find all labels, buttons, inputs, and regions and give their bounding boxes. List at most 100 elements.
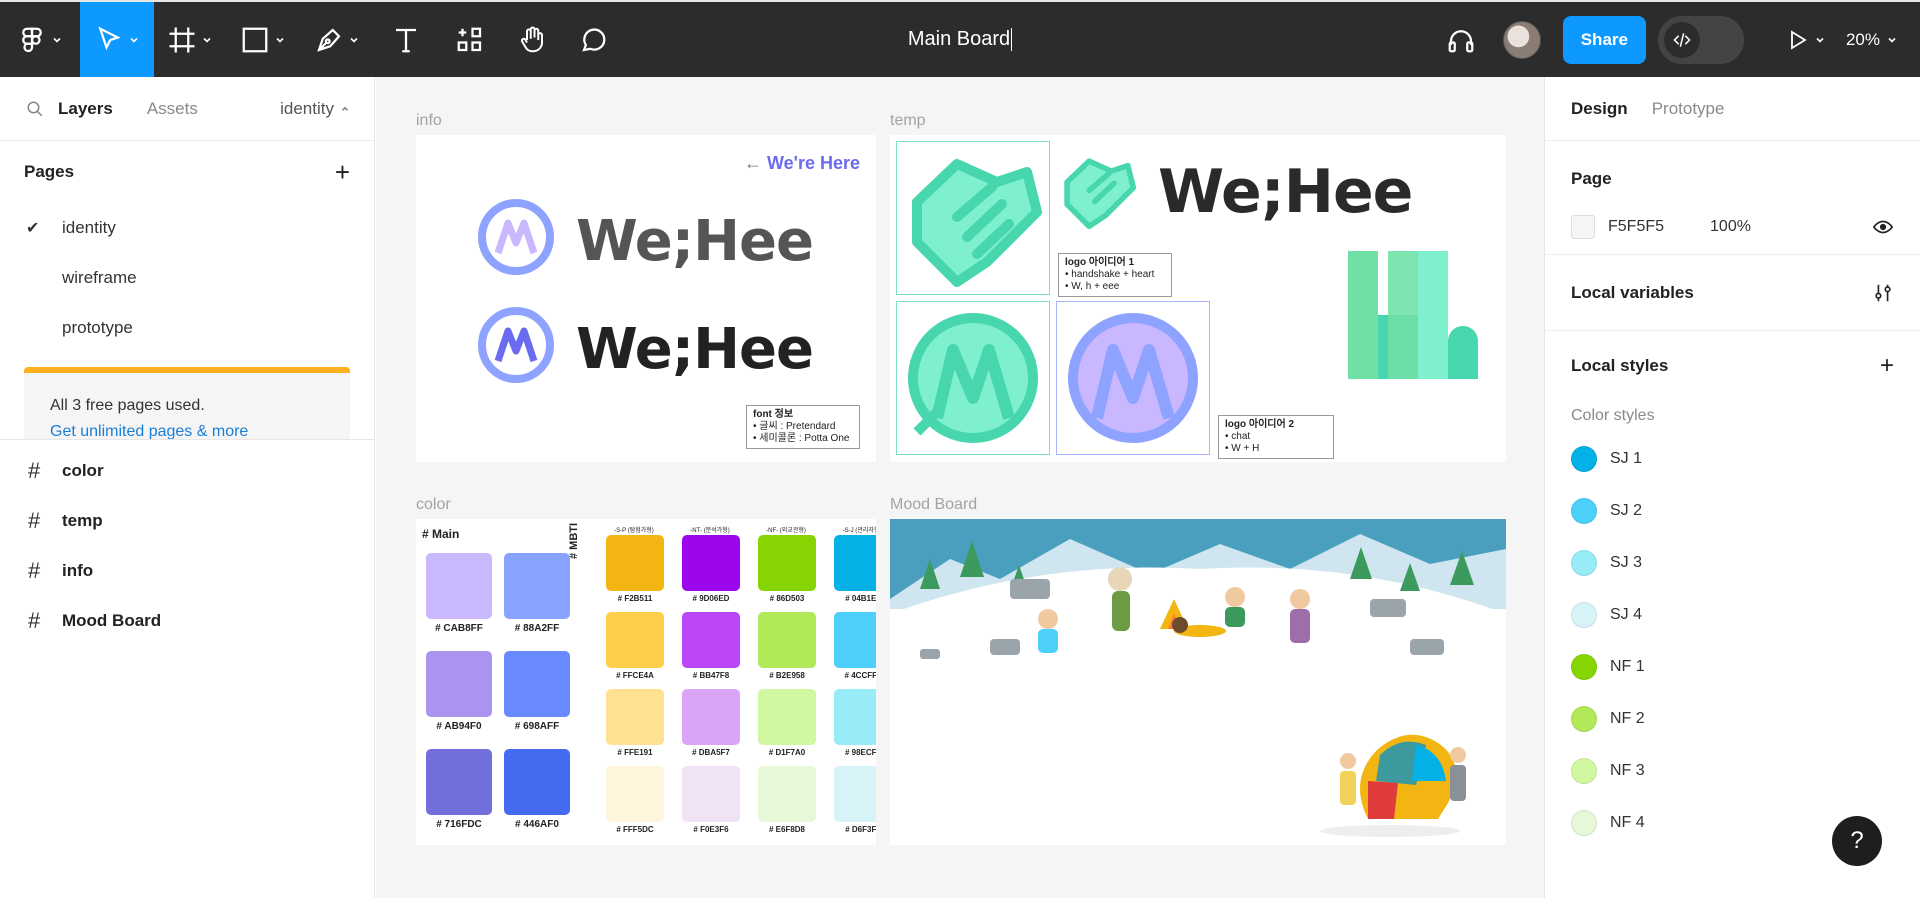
color-style-swatch xyxy=(1571,602,1597,628)
mbti-color-swatch xyxy=(682,689,740,745)
page-selector[interactable]: identity xyxy=(280,99,350,119)
present-button[interactable] xyxy=(1766,2,1846,77)
add-style-icon[interactable]: + xyxy=(1880,352,1894,380)
note-line: 세미콜론 : Potta One xyxy=(759,433,850,444)
page-fill-opacity[interactable]: 100% xyxy=(1710,218,1751,236)
mbti-color-swatch xyxy=(834,689,876,745)
color-swatch-label: # CAB8FF xyxy=(435,623,483,634)
eye-icon[interactable] xyxy=(1872,216,1894,238)
frame-label-mood-board[interactable]: Mood Board xyxy=(890,496,977,514)
chevron-down-icon xyxy=(203,37,211,43)
layer-item-mood-board[interactable]: # Mood Board xyxy=(0,596,374,646)
mbti-color-swatch xyxy=(606,766,664,822)
color-style-name: SJ 1 xyxy=(1610,450,1643,467)
page-label: identity xyxy=(62,218,116,237)
user-avatar[interactable] xyxy=(1502,20,1541,59)
canvas[interactable]: info ← We're Here We;Hee We;Hee font 정보 … xyxy=(376,77,1544,898)
audio-chat-button[interactable] xyxy=(1439,2,1483,77)
mbti-colors-heading: # MBTI xyxy=(568,522,580,559)
zoom-level: 20% xyxy=(1845,29,1880,49)
document-title[interactable]: Main Board xyxy=(908,28,1013,51)
color-style-item[interactable]: SJ 2 xyxy=(1545,485,1920,537)
frame-icon: # xyxy=(28,508,41,533)
mbti-color-swatch xyxy=(758,766,816,822)
mbti-color-label: # FFF5DC xyxy=(616,825,654,834)
layer-item-color[interactable]: # color xyxy=(0,446,374,496)
mbti-color-swatch xyxy=(758,535,816,591)
note-line: handshake + heart xyxy=(1071,269,1155,280)
add-page-icon[interactable]: + xyxy=(335,159,350,185)
color-frame[interactable]: # Main # MBTI # CAB8FF # 88A2FF # AB94F0 # … xyxy=(416,519,876,845)
hand-tool-button[interactable] xyxy=(502,2,562,77)
color-style-swatch xyxy=(1571,550,1597,576)
note-line: chat xyxy=(1231,431,1251,442)
color-style-item[interactable]: NF 1 xyxy=(1545,641,1920,693)
page-label: prototype xyxy=(62,318,133,337)
color-style-item[interactable]: SJ 1 xyxy=(1545,433,1920,485)
local-styles-title: Local styles xyxy=(1571,356,1669,375)
tab-prototype[interactable]: Prototype xyxy=(1652,99,1725,119)
color-style-name: NF 3 xyxy=(1610,762,1645,779)
hand-tool-icon xyxy=(520,26,543,52)
temp-frame[interactable]: We;Hee logo 아이디어 1 • handshake + heart •… xyxy=(890,135,1506,462)
mbti-color-swatch xyxy=(682,766,740,822)
comment-tool-button[interactable] xyxy=(562,2,626,77)
tab-design[interactable]: Design xyxy=(1571,99,1628,119)
mbti-color-swatch xyxy=(758,612,816,668)
local-styles-header: Local styles + xyxy=(1545,331,1920,401)
help-button[interactable]: ? xyxy=(1832,816,1882,866)
frame-icon: # xyxy=(28,608,41,633)
page-section: Page F5F5F5 100% xyxy=(1545,141,1920,255)
color-style-item[interactable]: NF 2 xyxy=(1545,693,1920,745)
resources-button[interactable] xyxy=(438,2,502,77)
shape-tool-button[interactable] xyxy=(226,2,300,77)
local-variables-section: Local variables xyxy=(1545,255,1920,331)
tab-layers[interactable]: Layers xyxy=(58,99,113,119)
dev-mode-toggle[interactable] xyxy=(1657,15,1744,64)
mbti-color-label: # B2E958 xyxy=(769,671,805,680)
color-style-name: NF 2 xyxy=(1610,710,1645,727)
page-fill-row[interactable]: F5F5F5 100% xyxy=(1571,215,1894,239)
page-fill-hex[interactable]: F5F5F5 xyxy=(1608,218,1664,236)
upgrade-link[interactable]: Get unlimited pages & more xyxy=(50,423,350,439)
text-tool-button[interactable] xyxy=(374,2,438,77)
page-item-wireframe[interactable]: wireframe xyxy=(0,253,374,303)
info-frame[interactable]: ← We're Here We;Hee We;Hee font 정보 • 글씨 … xyxy=(416,135,876,462)
share-button[interactable]: Share xyxy=(1562,15,1646,64)
frame-label-temp[interactable]: temp xyxy=(890,112,926,130)
local-variables-title: Local variables xyxy=(1571,282,1694,302)
check-icon: ✔ xyxy=(26,220,40,237)
note-line: 글씨 : Pretendard xyxy=(759,421,836,432)
pen-tool-button[interactable] xyxy=(300,2,374,77)
frame-label-color[interactable]: color xyxy=(416,496,451,514)
page-item-identity[interactable]: ✔ identity xyxy=(0,203,374,253)
color-style-item[interactable]: NF 3 xyxy=(1545,745,1920,797)
layer-label: color xyxy=(62,461,104,480)
mbti-color-label: # 9D06ED xyxy=(692,594,730,603)
page-fill-swatch[interactable] xyxy=(1571,215,1595,239)
mbti-color-label: # D1F7A0 xyxy=(768,748,806,757)
frame-label-info[interactable]: info xyxy=(416,112,442,130)
mood-board-illustration xyxy=(890,519,1506,845)
mbti-color-label: # 98ECF7 xyxy=(844,748,876,757)
mbti-color-swatch xyxy=(834,535,876,591)
color-swatch-label: # 446AF0 xyxy=(515,819,559,830)
main-menu-button[interactable] xyxy=(0,2,80,77)
mbti-group-header: -S-P (탐험가형) xyxy=(614,528,654,534)
move-tool-button[interactable] xyxy=(80,2,154,77)
zoom-menu[interactable]: 20% xyxy=(1846,30,1898,50)
color-style-swatch xyxy=(1571,446,1597,472)
page-item-prototype[interactable]: prototype xyxy=(0,303,374,353)
note-title: logo 아이디어 2 xyxy=(1225,419,1295,430)
layer-item-info[interactable]: # info xyxy=(0,546,374,596)
layer-item-temp[interactable]: # temp xyxy=(0,496,374,546)
search-icon[interactable] xyxy=(26,100,44,118)
resources-icon xyxy=(457,27,482,51)
mood-board-frame[interactable] xyxy=(890,519,1506,845)
note-line: W, h + eee xyxy=(1071,281,1120,292)
color-style-item[interactable]: SJ 4 xyxy=(1545,589,1920,641)
frame-tool-button[interactable] xyxy=(154,2,226,77)
variables-icon[interactable] xyxy=(1872,282,1894,304)
color-style-item[interactable]: SJ 3 xyxy=(1545,537,1920,589)
tab-assets[interactable]: Assets xyxy=(147,99,198,119)
